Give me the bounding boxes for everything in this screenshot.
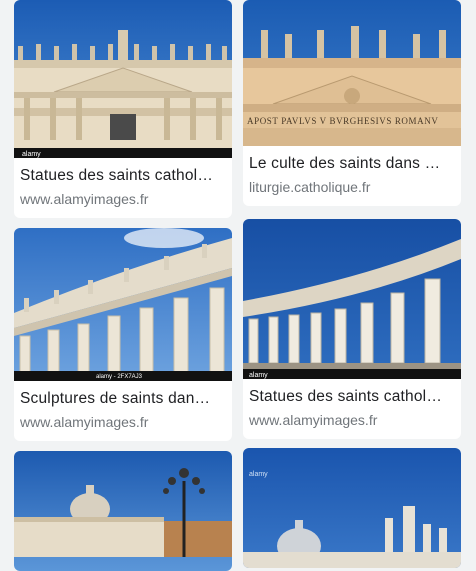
result-source[interactable]: liturgie.catholique.fr bbox=[249, 179, 455, 195]
result-card[interactable]: alamy - 2FX7AJ3 Sculptures de saints dan… bbox=[14, 228, 232, 441]
result-card[interactable]: alamy bbox=[243, 448, 461, 568]
watermark-label: alamy bbox=[249, 372, 268, 379]
colonnade-curve-image: alamy bbox=[243, 219, 461, 379]
result-source[interactable]: www.alamyimages.fr bbox=[249, 412, 455, 428]
result-source[interactable]: www.alamyimages.fr bbox=[20, 191, 226, 207]
result-thumbnail[interactable]: APOST PAVLVS V BVRGHESIVS ROMANV bbox=[243, 0, 461, 146]
inscription-text: APOST PAVLVS V BVRGHESIVS ROMANV bbox=[247, 116, 438, 126]
basilica-lamp-image bbox=[14, 451, 232, 571]
result-title[interactable]: Le culte des saints dans … bbox=[249, 154, 455, 174]
result-thumbnail[interactable]: alamy bbox=[243, 448, 461, 568]
dome-statues-image: alamy bbox=[243, 448, 461, 568]
result-title[interactable]: Statues des saints cathol… bbox=[249, 387, 455, 407]
result-thumbnail[interactable]: alamy - 2FX7AJ3 bbox=[14, 228, 232, 381]
facade-inscription-image: APOST PAVLVS V BVRGHESIVS ROMANV bbox=[243, 0, 461, 146]
image-caption: alamy - 2FX7AJ3 bbox=[96, 374, 143, 380]
result-card[interactable] bbox=[14, 451, 232, 571]
result-title[interactable]: Statues des saints cathol… bbox=[20, 166, 226, 186]
facade-statues-image: alamy bbox=[14, 0, 232, 158]
result-card[interactable]: APOST PAVLVS V BVRGHESIVS ROMANV Le cult… bbox=[243, 0, 461, 206]
watermark-label: alamy bbox=[249, 471, 268, 478]
result-card[interactable]: alamy Statues des saints cathol… www.ala… bbox=[14, 0, 232, 218]
results-column-right: APOST PAVLVS V BVRGHESIVS ROMANV Le cult… bbox=[243, 0, 461, 568]
result-thumbnail[interactable]: alamy bbox=[243, 219, 461, 379]
results-column-left: alamy Statues des saints cathol… www.ala… bbox=[14, 0, 232, 571]
result-title[interactable]: Sculptures de saints dan… bbox=[20, 389, 226, 409]
colonnade-statues-image: alamy - 2FX7AJ3 bbox=[14, 228, 232, 381]
watermark-label: alamy bbox=[22, 151, 41, 158]
result-thumbnail[interactable] bbox=[14, 451, 232, 571]
result-source[interactable]: www.alamyimages.fr bbox=[20, 414, 226, 430]
result-thumbnail[interactable]: alamy bbox=[14, 0, 232, 158]
result-card[interactable]: alamy Statues des saints cathol… www.ala… bbox=[243, 219, 461, 439]
